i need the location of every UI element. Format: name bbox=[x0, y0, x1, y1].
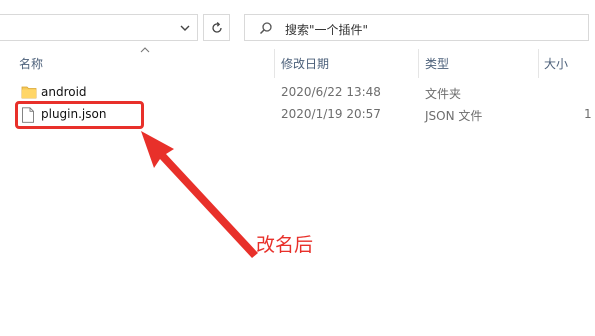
annotation-label: 改名后 bbox=[256, 234, 314, 256]
annotation-arrow bbox=[141, 131, 258, 258]
